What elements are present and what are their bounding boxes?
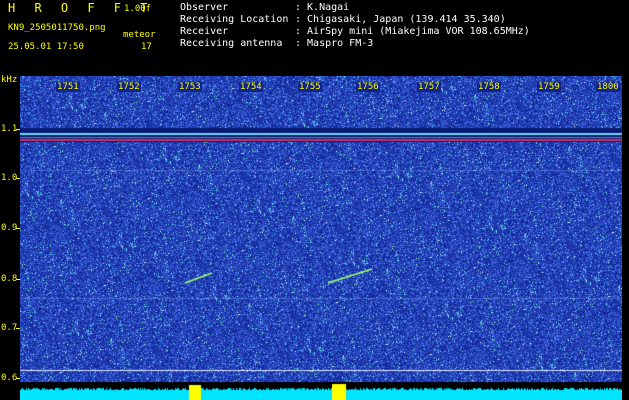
y-tick-label: 0.6 xyxy=(1,373,18,383)
mode-label: meteor xyxy=(123,30,156,40)
x-tick-label: 1755 xyxy=(298,82,322,92)
x-tick-label: 1752 xyxy=(117,82,141,92)
y-tick-label: 1.1 xyxy=(1,124,18,134)
spectrogram-canvas xyxy=(20,76,622,400)
y-tick-mark xyxy=(16,129,20,130)
meta-label-location: Receiving Location xyxy=(180,14,289,25)
x-tick-label: 1759 xyxy=(537,82,561,92)
x-tick-label: 1751 xyxy=(56,82,80,92)
meta-value-observer: : K.Nagai xyxy=(295,2,350,13)
meteor-count: 17 xyxy=(141,42,152,52)
version-label: 1.00f xyxy=(124,4,152,14)
x-tick-label: 1754 xyxy=(239,82,263,92)
y-tick-mark xyxy=(16,228,20,229)
date-time: 25.05.01 17:50 xyxy=(8,42,84,52)
meta-label-observer: Observer xyxy=(180,2,229,13)
x-tick-label: 1800 xyxy=(596,82,620,92)
meta-value-receiver: : AirSpy mini (Miakejima VOR 108.65MHz) xyxy=(295,26,530,37)
x-tick-label: 1756 xyxy=(356,82,380,92)
spectrogram xyxy=(20,76,622,400)
meta-label-receiver: Receiver xyxy=(180,26,229,37)
meta-label-antenna: Receiving antenna xyxy=(180,38,283,49)
y-tick-label: 0.9 xyxy=(1,223,18,233)
y-unit-label: kHz xyxy=(1,75,18,85)
y-tick-mark xyxy=(16,328,20,329)
y-tick-mark xyxy=(16,178,20,179)
y-tick-label: 0.7 xyxy=(1,323,18,333)
header-panel: H R O F F T 1.00f KN9_2505011750.png met… xyxy=(0,0,629,85)
meta-value-location: : Chigasaki, Japan (139.414 35.340) xyxy=(295,14,506,25)
x-tick-label: 1753 xyxy=(178,82,202,92)
meta-value-antenna: : Maspro FM-3 xyxy=(295,38,374,49)
y-tick-label: 0.8 xyxy=(1,274,18,284)
y-tick-label: 1.0 xyxy=(1,173,18,183)
x-tick-label: 1757 xyxy=(417,82,441,92)
y-tick-mark xyxy=(16,279,20,280)
y-tick-mark xyxy=(16,378,20,379)
file-name: KN9_2505011750.png xyxy=(8,23,106,33)
x-tick-label: 1758 xyxy=(477,82,501,92)
